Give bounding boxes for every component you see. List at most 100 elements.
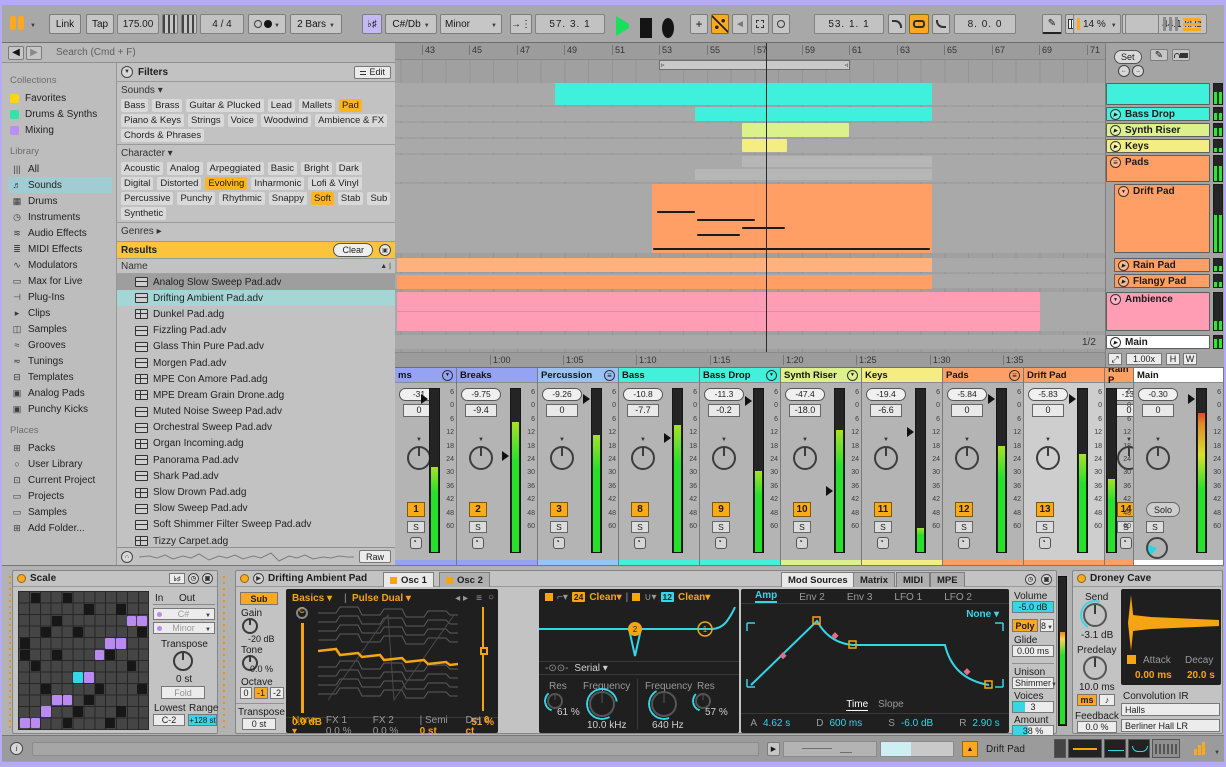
device-on-button[interactable] (240, 574, 249, 583)
loop-button[interactable] (909, 14, 929, 34)
list-item[interactable]: Morgen Pad.adv (117, 355, 395, 371)
device-thumbnail[interactable] (1068, 739, 1102, 758)
track-header[interactable]: Main (1106, 335, 1210, 349)
sidebar-item[interactable]: ⊡ Current Project (8, 472, 112, 488)
scale-grid-cell[interactable] (41, 626, 51, 638)
peak-level[interactable]: -9.26 (542, 388, 582, 401)
track-fold-icon[interactable] (1110, 294, 1121, 305)
sidebar-item[interactable]: ▸ Clips (8, 305, 112, 321)
wavetable-menu[interactable]: Pulse Dual ▾ (352, 593, 411, 604)
filter1-slope[interactable]: 24 (571, 592, 586, 602)
clip[interactable] (742, 156, 932, 167)
list-item[interactable]: Organ Incoming.adg (117, 436, 395, 452)
scale-grid-cell[interactable] (105, 717, 115, 728)
amp-envelope-display[interactable] (741, 607, 1009, 693)
drift-device[interactable]: ▶ Drifting Ambient Pad Osc 1 Osc 2 Mod S… (235, 570, 1057, 737)
clip[interactable] (397, 292, 1040, 311)
peak-level[interactable]: -9.75 (461, 388, 501, 401)
draw-mode-button[interactable]: ✎ (1042, 14, 1062, 34)
res1-value[interactable]: 61 % (557, 707, 580, 718)
sidebar-item[interactable]: ▦ Drums (8, 193, 112, 209)
chevron-down-icon[interactable] (1214, 746, 1220, 757)
list-item[interactable]: Tizzy Carpet.adg (117, 533, 395, 547)
monitor-icon[interactable] (634, 537, 646, 549)
list-item[interactable]: MPE Dream Grain Drone.adg (117, 387, 395, 403)
filter-tag[interactable]: Acoustic (121, 162, 163, 175)
solo-button[interactable]: S (469, 521, 487, 533)
mixer-channel[interactable]: Breaks -9.75 -9.4 2 S 6 0 6 12 18 24 30 … (457, 368, 538, 565)
time-signature-field[interactable]: 4 / 4 (200, 14, 244, 34)
transpose-field[interactable]: 0 st (242, 718, 276, 730)
raw-button[interactable]: Raw (358, 550, 391, 563)
track-header[interactable]: Keys (1106, 139, 1210, 153)
nudge-down-button[interactable] (162, 14, 178, 34)
ms-button[interactable]: ms (1077, 694, 1097, 706)
filter1-on[interactable] (545, 593, 553, 601)
sustain-value[interactable]: -6.0 dB (901, 718, 933, 729)
subtab-lfo2[interactable]: LFO 2 (944, 592, 972, 603)
volume-field[interactable]: 0 (1142, 404, 1174, 417)
scale-grid-cell[interactable] (52, 694, 62, 706)
filter-tag[interactable]: Sub (367, 192, 391, 205)
pan-knob[interactable] (955, 446, 979, 470)
sidebar-item[interactable]: ♬ Sounds (8, 177, 112, 193)
gain-value[interactable]: -20 dB (248, 634, 275, 644)
sidebar-item[interactable]: ▭ Samples (8, 504, 112, 520)
sidebar-item[interactable]: ▭ Projects (8, 488, 112, 504)
lock-icon[interactable] (1172, 49, 1190, 61)
scale-grid-cell[interactable] (20, 649, 30, 660)
re-enable-automation-button[interactable]: ◄ (732, 14, 748, 34)
mixer-channel[interactable]: Percussion -9.26 0 3 S 6 0 6 12 18 24 30… (538, 368, 619, 565)
solo-button[interactable]: S (631, 521, 649, 533)
pencil-icon[interactable]: ✎ (1150, 49, 1168, 61)
scale-grid-cell[interactable] (105, 638, 115, 649)
sidebar-item[interactable]: ◫ Samples (8, 321, 112, 337)
loop-start-field[interactable]: 53. 1. 1 (814, 14, 884, 34)
track-fold-icon[interactable] (1118, 260, 1129, 271)
filter-tag[interactable]: Soft (310, 192, 334, 205)
decay-value[interactable]: 20.0 s (1187, 670, 1215, 681)
notifications-icon[interactable] (1183, 17, 1201, 31)
scale-grid-cell[interactable] (41, 683, 51, 694)
scale-grid-cell[interactable] (137, 683, 147, 694)
filter-tag[interactable]: Distorted (157, 177, 202, 190)
transpose-value[interactable]: 0 st (176, 674, 192, 685)
capture-midi-button[interactable] (751, 14, 769, 34)
filter-tag[interactable]: Guitar & Plucked (186, 99, 264, 112)
forward-icon[interactable]: ▶ (26, 45, 42, 60)
scale-grid-cell[interactable] (94, 649, 105, 660)
monitor-icon[interactable] (1120, 537, 1132, 549)
poly-button[interactable]: Poly (1012, 619, 1038, 632)
filter-tag[interactable]: Ambience & FX (315, 114, 388, 127)
scale-grid-cell[interactable] (94, 683, 105, 694)
device-thumbnail[interactable] (1128, 739, 1150, 758)
list-item[interactable]: Drifting Ambient Pad.adv (117, 290, 395, 307)
cpu-meter[interactable]: 14 % (1073, 14, 1121, 34)
sidebar-item[interactable]: ⊞ Packs (8, 440, 112, 456)
save-filter-icon[interactable]: ▣ (379, 244, 391, 256)
fader-handle[interactable] (1069, 393, 1076, 404)
filter-tag[interactable]: Chords & Phrases (121, 129, 205, 142)
sidebar-item[interactable]: ▭ Max for Live (8, 273, 112, 289)
scale-grid-cell[interactable] (116, 604, 126, 615)
track-fold-icon[interactable] (1110, 141, 1121, 152)
tempo-field[interactable]: 175.00 (117, 14, 159, 34)
mixer-channel[interactable]: Bass Drop -11.3 -0.2 9 S 6 0 6 12 18 24 … (700, 368, 781, 565)
fader-handle[interactable] (907, 427, 914, 438)
scale-grid-cell[interactable] (84, 604, 94, 615)
search-input[interactable]: Search (Cmd + F) (56, 47, 136, 58)
filter2-slope[interactable]: 12 (660, 592, 675, 602)
character-filter-header[interactable]: Character ▾ (117, 145, 395, 160)
filter-tag[interactable]: Snappy (268, 192, 307, 205)
solo-button[interactable]: S (550, 521, 568, 533)
scale-grid-cell[interactable] (41, 706, 51, 717)
channel-fold-icon[interactable] (847, 369, 858, 381)
track-header[interactable] (1106, 83, 1210, 105)
filter-tag[interactable]: Lead (267, 99, 295, 112)
automation-arm-button[interactable] (711, 14, 729, 34)
clip[interactable] (397, 275, 932, 289)
volume-field[interactable]: -18.0 (789, 404, 821, 417)
filter-tag[interactable]: Piano & Keys (121, 114, 185, 127)
filter-tag[interactable]: Brass (152, 99, 183, 112)
scale-grid-cell[interactable] (73, 626, 83, 638)
